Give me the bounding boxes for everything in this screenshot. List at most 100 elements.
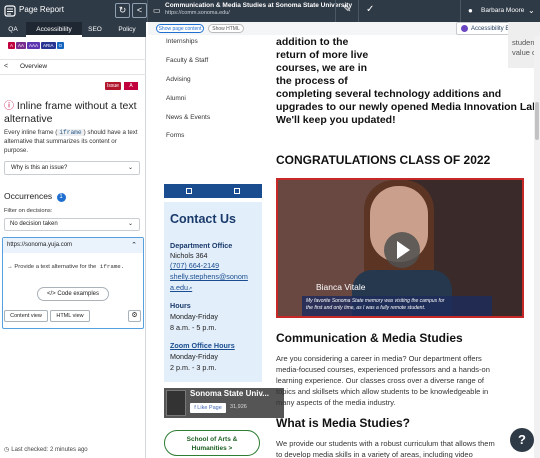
email-link-cont[interactable]: a.edu↗	[170, 283, 192, 292]
report-panel: QA Accessibility SEO Policy A AA AAA ARIA O …	[0, 22, 146, 458]
external-link-icon: ↗	[188, 286, 193, 292]
content-view-button[interactable]: Content view	[4, 310, 48, 322]
divider	[460, 0, 461, 22]
facebook-like-button[interactable]: f Like Page	[190, 403, 226, 413]
badge-aria[interactable]: ARIA	[41, 42, 56, 49]
decision-filter-select[interactable]: No decision taken ⌄	[4, 218, 140, 231]
content-toolbar: Show page content Show HTML Accessibilit…	[148, 22, 540, 35]
zoom-days: Monday-Friday	[170, 352, 218, 361]
refresh-icon: ↻	[118, 5, 127, 15]
badge-a[interactable]: A	[8, 42, 16, 49]
tab-seo[interactable]: SEO	[82, 22, 108, 37]
occurrence-header[interactable]: https://sonoma.yuja.com ⌃	[3, 238, 143, 253]
issue-badge: Issue	[105, 82, 121, 90]
why-issue-toggle[interactable]: Why is this an issue? ⌄	[4, 161, 140, 175]
app-root: Page Report ↻ < ▭ Communication & Media …	[0, 0, 540, 458]
code-examples-button[interactable]: </> Code examples	[37, 287, 109, 301]
like-label: Like Page	[197, 405, 222, 411]
square-icon	[234, 188, 240, 194]
cms-heading: Communication & Media Studies	[276, 331, 463, 345]
facebook-page-name[interactable]: Sonoma State Univ...	[190, 389, 269, 398]
occurrence-body: → Provide a text alternative for the ifr…	[7, 263, 141, 270]
check-icon[interactable]: ✓	[366, 4, 374, 15]
congrats-heading: CONGRATULATIONS CLASS OF 2022	[276, 153, 491, 167]
clock-icon: ◷	[4, 447, 10, 453]
settings-button[interactable]: ⚙	[128, 310, 141, 322]
help-button[interactable]: ?	[510, 428, 534, 452]
cms-line: media-focused courses, experienced profe…	[276, 365, 490, 374]
share-button[interactable]: <	[132, 3, 147, 18]
tab-qa[interactable]: QA	[0, 22, 26, 37]
alert-circle-icon: ⓘ	[4, 101, 14, 112]
announcement-line: We'll keep you updated!	[276, 114, 396, 126]
announcement-line: the process of	[276, 75, 348, 87]
chevron-up-icon: ⌃	[131, 242, 137, 249]
phone-link[interactable]: (707) 664-2149	[170, 261, 219, 270]
what-line: We provide our students with a robust cu…	[276, 439, 495, 448]
overview-label: Overview	[20, 63, 48, 70]
zoom-time: 2 p.m. - 3 p.m.	[170, 363, 217, 372]
play-button[interactable]	[384, 232, 420, 268]
page-scrollbar[interactable]	[534, 36, 540, 458]
issue-title: Inline frame without a text alternative	[4, 100, 137, 125]
nav-item-alumni[interactable]: Alumni	[166, 95, 186, 102]
overview-row[interactable]: < Overview	[0, 59, 146, 75]
issue-description: Every inline frame (iframe) should have …	[4, 128, 142, 155]
badge-aa[interactable]: AA	[16, 42, 27, 49]
html-view-button[interactable]: HTML view	[50, 310, 90, 322]
contact-box: Contact Us Department Office Nichols 364…	[164, 202, 262, 382]
issue-desc-text: Every inline frame (	[4, 129, 58, 136]
announcement-line: return of more live	[276, 49, 369, 61]
decision-value: No decision taken	[10, 221, 58, 227]
badge-aaa[interactable]: AAA	[27, 42, 41, 49]
school-arts-humanities-button[interactable]: School of Arts & Humanities >	[164, 430, 260, 456]
announcement-line: courses, we are in	[276, 62, 368, 74]
chevron-left-icon[interactable]: <	[4, 60, 14, 74]
nav-item-advising[interactable]: Advising	[166, 76, 191, 83]
badge-other[interactable]: O	[56, 42, 65, 49]
refresh-button[interactable]: ↻	[115, 3, 130, 18]
tab-policy[interactable]: Policy	[108, 22, 146, 37]
video-iframe[interactable]: Bianca Vitale My favorite Sonoma State m…	[276, 178, 524, 318]
cms-line: learning experience. Our classes cross o…	[276, 376, 485, 385]
announcement-line: addition to the	[276, 36, 349, 48]
caption-line: the first and only time, as I was a full…	[306, 305, 426, 311]
hours-label: Hours	[170, 301, 191, 310]
scrollbar-thumb[interactable]	[535, 102, 539, 140]
divider	[335, 0, 336, 22]
facebook-widget[interactable]: Sonoma State Univ... f Like Page 31,926	[164, 388, 284, 418]
zoom-hours-link[interactable]: Zoom Office Hours	[170, 341, 235, 350]
user-name[interactable]: Barbara Moore	[481, 7, 524, 14]
contact-title: Contact Us	[170, 212, 236, 226]
facebook-page-thumbnail	[166, 390, 186, 416]
chevron-down-icon[interactable]: ⌄	[528, 6, 535, 15]
page-icon: ▭	[153, 6, 161, 15]
what-line: to develop media skills in a variety of …	[276, 450, 473, 458]
square-icon	[186, 188, 192, 194]
school-button-line2: Humanities >	[191, 445, 233, 452]
page-preview: Show page content Show HTML Accessibilit…	[148, 22, 540, 458]
edit-icon[interactable]: ✎	[343, 4, 351, 15]
office-label: Department Office	[170, 241, 233, 250]
issue-heading: ⓘ Inline frame without a text alternativ…	[4, 100, 142, 125]
cms-line: topics and skillsets which allow student…	[276, 387, 489, 396]
show-page-content-button[interactable]: Show page content	[156, 24, 204, 33]
nav-item-faculty[interactable]: Faculty & Staff	[166, 57, 208, 64]
tab-accessibility[interactable]: Accessibility	[26, 22, 82, 37]
occurrences-label: Occurrences	[4, 191, 53, 201]
email-link[interactable]: shelly.stephens@sonom	[170, 272, 248, 281]
video-caption: My favorite Sonoma State memory was visi…	[302, 296, 492, 316]
hours-days: Monday-Friday	[170, 312, 218, 321]
show-html-button[interactable]: Show HTML	[208, 24, 244, 33]
nav-item-internships[interactable]: Internships	[166, 38, 198, 45]
nav-item-forms[interactable]: Forms	[166, 132, 184, 139]
occurrence-url: https://sonoma.yuja.com	[7, 242, 73, 248]
last-checked-text: Last checked: 2 minutes ago	[11, 447, 88, 453]
share-icon: <	[136, 5, 143, 15]
announcement-line: upgrades to our newly opened Media Innov…	[276, 101, 540, 113]
code-examples-label: Code examples	[57, 291, 100, 297]
announcement-line: completing several technology additions …	[276, 88, 502, 100]
nav-accordion-bar[interactable]	[164, 184, 262, 198]
nav-item-news[interactable]: News & Events	[166, 114, 210, 121]
what-heading: What is Media Studies?	[276, 416, 411, 430]
